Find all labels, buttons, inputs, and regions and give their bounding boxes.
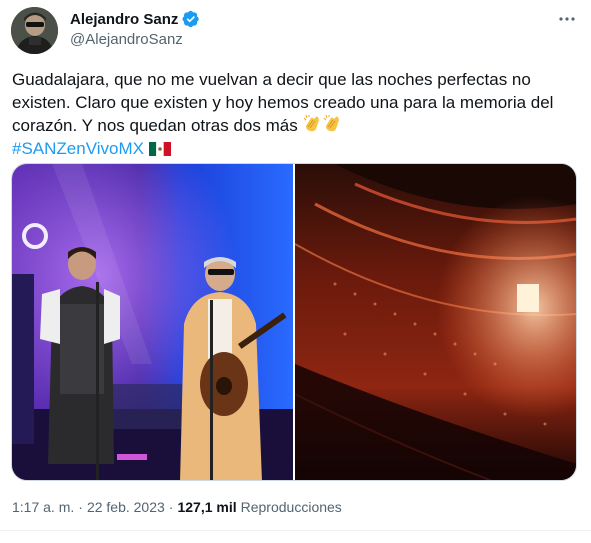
- more-options-button[interactable]: [556, 8, 578, 30]
- clapping-hands-emoji-icon: [304, 114, 320, 132]
- tweet-time[interactable]: 1:17 a. m.: [12, 499, 74, 515]
- avatar[interactable]: [11, 7, 58, 54]
- views-label: Reproducciones: [240, 499, 342, 515]
- media-grid: [11, 163, 577, 481]
- tweet-date[interactable]: 22 feb. 2023: [87, 499, 165, 515]
- clapping-hands-emoji-icon: [324, 114, 340, 132]
- tweet-body: Guadalajara, que no me vuelvan a decir q…: [12, 70, 554, 135]
- bottom-divider: [0, 530, 591, 531]
- author-handle[interactable]: @AlejandroSanz: [70, 31, 183, 48]
- hashtag-link[interactable]: #SANZenVivoMX: [12, 139, 144, 158]
- stage-photo-illustration: [12, 164, 293, 480]
- meta-separator: ·: [168, 499, 174, 515]
- more-dots-icon: [559, 17, 575, 21]
- tweet-text: Guadalajara, que no me vuelvan a decir q…: [12, 69, 578, 160]
- display-name[interactable]: Alejandro Sanz: [70, 11, 178, 28]
- meta-separator: ·: [78, 499, 83, 515]
- mexico-flag-emoji-icon: [148, 141, 171, 156]
- tweet-meta: 1:17 a. m. · 22 feb. 2023 · 127,1 mil Re…: [12, 499, 342, 515]
- arena-crowd-photo[interactable]: [295, 164, 576, 480]
- arena-photo-illustration: [295, 164, 576, 480]
- avatar-photo: [11, 7, 58, 54]
- author-name-row: Alejandro Sanz: [70, 10, 200, 28]
- concert-stage-photo[interactable]: [12, 164, 293, 480]
- verified-badge-icon: [182, 10, 200, 28]
- views-count: 127,1 mil: [177, 499, 237, 515]
